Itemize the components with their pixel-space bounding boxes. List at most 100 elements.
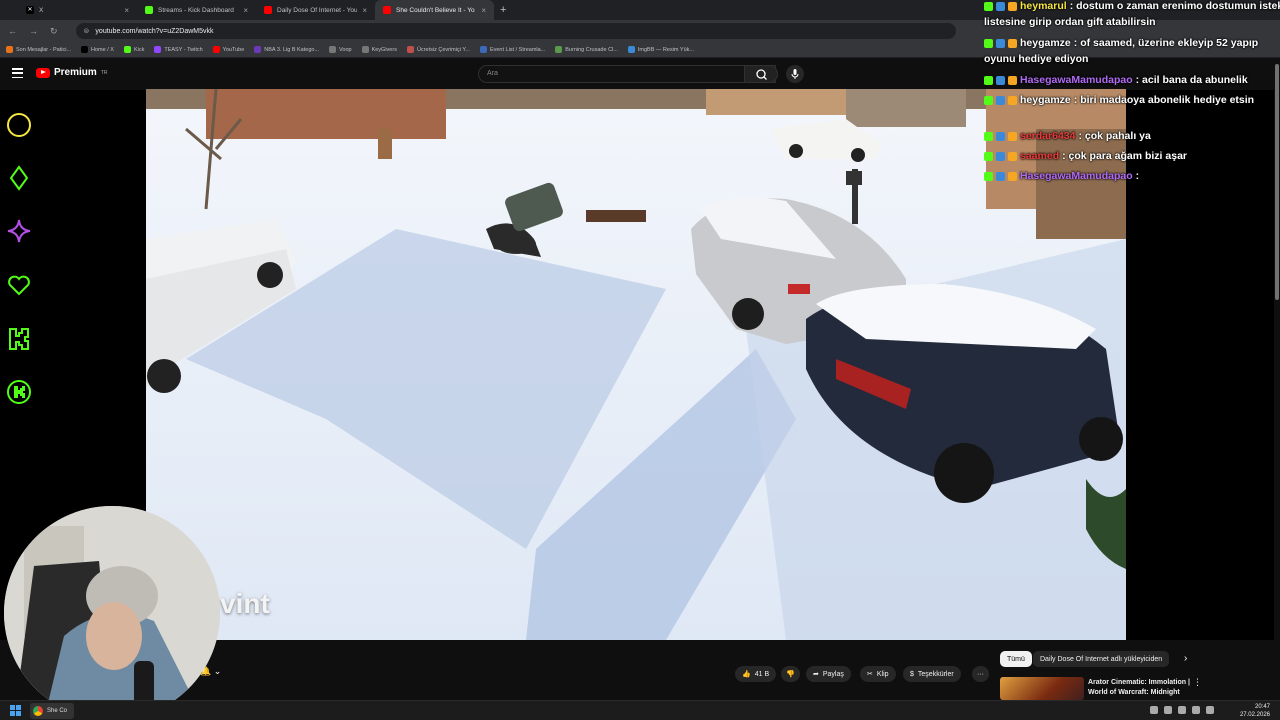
bookmark-item[interactable]: KeyGivers	[361, 46, 397, 53]
bookmark-item[interactable]: Home / X	[81, 46, 114, 53]
share-button[interactable]: ➦ Paylaş	[806, 666, 851, 682]
chat-badge-icon	[1008, 131, 1017, 141]
thumbs-down-icon: 👎	[786, 671, 795, 678]
bookmark-favicon-icon	[6, 46, 13, 53]
bookmark-item[interactable]: Voop	[329, 46, 352, 53]
bookmark-item[interactable]: Event List / Streamla...	[479, 46, 545, 53]
bookmark-item[interactable]: Son Mesajlar - Patici...	[6, 46, 71, 53]
volume-icon[interactable]	[1206, 706, 1214, 714]
recommendation-title[interactable]: Arator Cinematic: Immolation | World of …	[1088, 678, 1192, 698]
chat-username[interactable]: heygamze	[1020, 37, 1071, 49]
chrome-icon	[33, 706, 43, 716]
chat-message: HasegawaMamudapao: acil bana da abunelik	[984, 74, 1248, 86]
tab-label: She Couldn't Believe It - Yo	[396, 6, 475, 14]
tab-label: Daily Dose Of Internet - YouTube	[277, 6, 358, 14]
bookmark-item[interactable]: Kick	[123, 46, 144, 53]
chat-username[interactable]: saamed	[1020, 150, 1059, 162]
diamond-icon	[9, 165, 29, 191]
browser-tab[interactable]: ✕ X ×	[18, 0, 137, 20]
chat-message: heygamze: of saamed, üzerine ekleyip 52 …	[984, 37, 1258, 49]
clock-time: 20:47	[1254, 704, 1270, 710]
close-icon[interactable]: ×	[481, 6, 486, 15]
reload-icon[interactable]: ↻	[50, 26, 58, 37]
circle-icon	[7, 113, 31, 137]
bookmark-favicon-icon	[555, 46, 563, 53]
chat-username[interactable]: HasegawaMamudapao	[1020, 74, 1133, 86]
taskbar: She Co 20:47 27.02.2026	[0, 700, 1280, 720]
bookmark-favicon-icon	[154, 46, 162, 53]
browser-tab-active[interactable]: She Couldn't Believe It - Yo ×	[375, 0, 494, 20]
network-icon[interactable]	[1192, 706, 1200, 714]
back-icon[interactable]: ←	[8, 26, 17, 36]
chat-badge-icon	[984, 75, 993, 85]
voice-search-button[interactable]	[786, 65, 804, 83]
chat-username[interactable]: serdar6434	[1020, 130, 1075, 142]
bookmark-favicon-icon	[254, 46, 262, 53]
chat-badge-icon	[996, 151, 1005, 161]
close-icon[interactable]: ×	[124, 6, 129, 15]
tray-chevron-icon[interactable]	[1150, 706, 1158, 714]
chip-channel[interactable]: Daily Dose Of Internet adlı yükleyiciden	[1033, 651, 1170, 667]
browser-tab[interactable]: Daily Dose Of Internet - YouTube ×	[256, 0, 375, 20]
bookmark-favicon-icon	[479, 46, 487, 53]
search-input[interactable]: Ara	[478, 65, 776, 83]
microphone-icon	[791, 69, 799, 79]
windows-start-icon[interactable]	[10, 705, 21, 716]
browser-tab[interactable]: Streams - Kick Dashboard ×	[137, 0, 256, 20]
video-player[interactable]	[146, 89, 1126, 640]
chat-username[interactable]: HasegawaMamudapao	[1020, 170, 1133, 182]
clock[interactable]: 20:47 27.02.2026	[1240, 703, 1270, 719]
close-icon[interactable]: ×	[243, 6, 248, 15]
chevron-right-icon[interactable]: ›	[1184, 653, 1187, 664]
chat-text: :	[1135, 170, 1140, 182]
like-button[interactable]: 👍 41 B	[735, 666, 777, 682]
bookmark-label: ImgBB — Resim Yük...	[637, 46, 694, 53]
chat-message: HasegawaMamudapao:	[984, 170, 1139, 182]
bookmark-item[interactable]: Burning Crusade Cl...	[555, 46, 618, 53]
site-info-icon[interactable]: ⊜	[84, 27, 90, 35]
tray-app-icon[interactable]	[1164, 706, 1172, 714]
more-actions-button[interactable]: ···	[972, 666, 989, 682]
chip-all[interactable]: Tümü	[1000, 651, 1032, 667]
chat-badge-icon	[1008, 38, 1017, 48]
new-tab-button[interactable]: +	[494, 4, 512, 16]
thanks-label: Teşekkürler	[917, 670, 954, 678]
chat-badge-icon	[996, 131, 1005, 141]
bookmark-item[interactable]: YouTube	[212, 46, 245, 53]
clip-button[interactable]: ✂ Klip	[860, 666, 896, 682]
bookmark-item[interactable]: TEASY - Twitch	[154, 46, 203, 53]
close-icon[interactable]: ×	[362, 6, 367, 15]
screen: ✕ X × Streams - Kick Dashboard × Daily D…	[0, 0, 1280, 720]
search-button[interactable]	[744, 65, 778, 83]
dislike-button[interactable]: 👎	[781, 666, 800, 682]
youtube-logo[interactable]: Premium TR	[36, 67, 107, 78]
chat-username[interactable]: heygamze	[1020, 94, 1071, 106]
bookmark-label: TEASY - Twitch	[164, 46, 203, 53]
bookmark-item[interactable]: Ücretsiz Çevrimiçi Y...	[406, 46, 470, 53]
url-field[interactable]: ⊜ youtube.com/watch?v=uZ2DawM5vkk	[75, 23, 956, 39]
tray-app-icon[interactable]	[1178, 706, 1186, 714]
chat-badge-icon	[984, 38, 993, 48]
thanks-icon: $	[910, 670, 914, 678]
heart-icon	[8, 275, 30, 296]
chat-badge-icon	[1008, 1, 1017, 11]
chat-username[interactable]: heymarul	[1020, 0, 1067, 12]
like-count: 41 B	[754, 670, 770, 678]
forward-icon[interactable]: →	[29, 26, 38, 36]
chat-message: listesine girip ordan gift atabilirsin	[984, 16, 1156, 28]
bookmark-item[interactable]: NBA 3. Lig B Katego...	[254, 46, 319, 53]
recommendation-thumbnail[interactable]	[1000, 677, 1084, 700]
chat-badge-icon	[996, 75, 1005, 85]
taskbar-chrome-app[interactable]: She Co	[30, 703, 74, 719]
chat-overlay: heymarul: dostum o zaman erenimo dostumu…	[980, 0, 1280, 182]
bookmark-label: YouTube	[222, 46, 245, 53]
menu-icon[interactable]	[12, 68, 23, 78]
chat-text: listesine girip ordan gift atabilirsin	[984, 16, 1156, 28]
kebab-menu-icon[interactable]: ⋮	[1193, 677, 1202, 688]
chat-message: heygamze: biri madaoya abonelik hediye e…	[984, 94, 1254, 106]
bookmark-item[interactable]: ImgBB — Resim Yük...	[627, 46, 694, 53]
thanks-button[interactable]: $ Teşekkürler	[903, 666, 961, 682]
thumbs-up-icon: 👍	[742, 671, 751, 678]
chat-text: : çok pahalı ya	[1078, 130, 1151, 142]
scissors-icon: ✂	[867, 671, 873, 678]
